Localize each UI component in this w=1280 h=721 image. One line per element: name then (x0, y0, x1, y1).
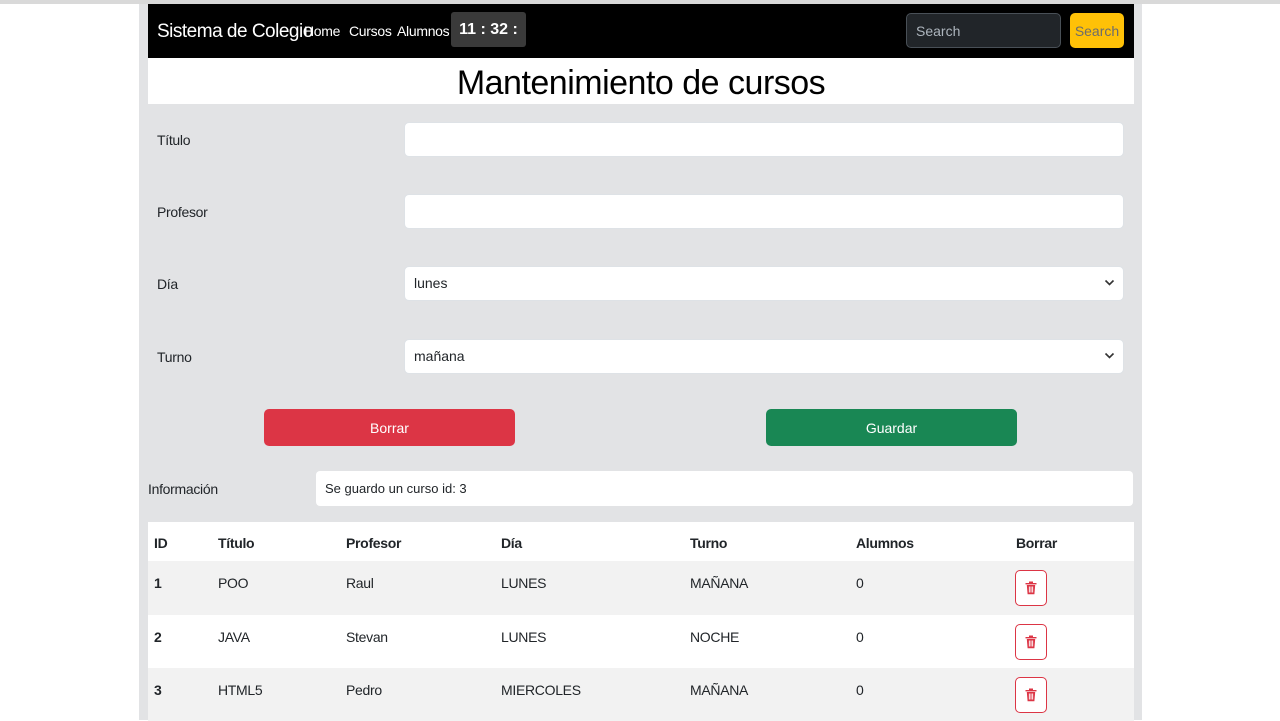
header-borrar: Borrar (1016, 535, 1057, 551)
header-alumnos: Alumnos (856, 535, 914, 551)
cell-titulo: POO (218, 575, 249, 591)
header-dia: Día (501, 535, 522, 551)
cell-profesor: Raul (346, 575, 374, 591)
titulo-input[interactable] (404, 122, 1124, 157)
turno-select[interactable]: mañana (404, 339, 1124, 374)
delete-button[interactable] (1015, 624, 1047, 660)
cell-alumnos: 0 (856, 682, 864, 698)
cell-titulo: JAVA (218, 629, 250, 645)
cell-profesor: Stevan (346, 629, 388, 645)
table-header: ID Título Profesor Día Turno Alumnos Bor… (148, 522, 1134, 561)
table-row: 1 POO Raul LUNES MAÑANA 0 (148, 561, 1134, 615)
dia-select[interactable]: lunes (404, 266, 1124, 301)
header-titulo: Título (218, 535, 255, 551)
info-message: Se guardo un curso id: 3 (316, 471, 1133, 506)
header-profesor: Profesor (346, 535, 402, 551)
header-id: ID (154, 535, 168, 551)
clock-display: 11 : 32 : 08 (451, 12, 526, 73)
delete-button[interactable] (1015, 677, 1047, 713)
page-container: Sistema de Colegio Home Cursos Alumnos 1… (139, 4, 1142, 721)
page-title: Mantenimiento de cursos (148, 58, 1134, 104)
chevron-down-icon (1104, 340, 1115, 385)
guardar-button[interactable]: Guardar (766, 409, 1017, 446)
cell-turno: NOCHE (690, 629, 740, 645)
header-turno: Turno (690, 535, 728, 551)
nav-link-cursos[interactable]: Cursos (349, 23, 392, 39)
cell-alumnos: 0 (856, 629, 864, 645)
cell-turno: MAÑANA (690, 682, 749, 698)
cursos-table: ID Título Profesor Día Turno Alumnos Bor… (148, 522, 1134, 721)
table-row: 3 HTML5 Pedro MIERCOLES MAÑANA 0 (148, 668, 1134, 721)
table-row: 2 JAVA Stevan LUNES NOCHE 0 (148, 615, 1134, 668)
cell-id: 3 (154, 682, 162, 698)
cell-alumnos: 0 (856, 575, 864, 591)
cell-id: 1 (154, 575, 162, 591)
cell-dia: LUNES (501, 575, 547, 591)
turno-label: Turno (157, 349, 192, 365)
turno-select-value: mañana (414, 348, 465, 364)
cell-profesor: Pedro (346, 682, 382, 698)
search-input[interactable] (906, 13, 1061, 48)
profesor-input[interactable] (404, 194, 1124, 229)
navbar-brand[interactable]: Sistema de Colegio (157, 21, 313, 43)
navbar: Sistema de Colegio Home Cursos Alumnos 1… (148, 4, 1134, 73)
titulo-label: Título (157, 132, 191, 148)
dia-select-value: lunes (414, 275, 448, 291)
info-label: Información (148, 481, 218, 497)
nav-link-home[interactable]: Home (304, 23, 340, 39)
profesor-label: Profesor (157, 204, 208, 220)
cell-id: 2 (154, 629, 162, 645)
trash-icon (1025, 581, 1037, 595)
search-button[interactable]: Search (1070, 13, 1124, 48)
dia-label: Día (157, 276, 178, 292)
cell-titulo: HTML5 (218, 682, 263, 698)
trash-icon (1025, 635, 1037, 649)
nav-link-alumnos[interactable]: Alumnos (397, 23, 450, 39)
cell-turno: MAÑANA (690, 575, 749, 591)
trash-icon (1025, 688, 1037, 702)
borrar-button[interactable]: Borrar (264, 409, 515, 446)
delete-button[interactable] (1015, 570, 1047, 606)
cell-dia: MIERCOLES (501, 682, 581, 698)
cell-dia: LUNES (501, 629, 547, 645)
chevron-down-icon (1104, 267, 1115, 312)
